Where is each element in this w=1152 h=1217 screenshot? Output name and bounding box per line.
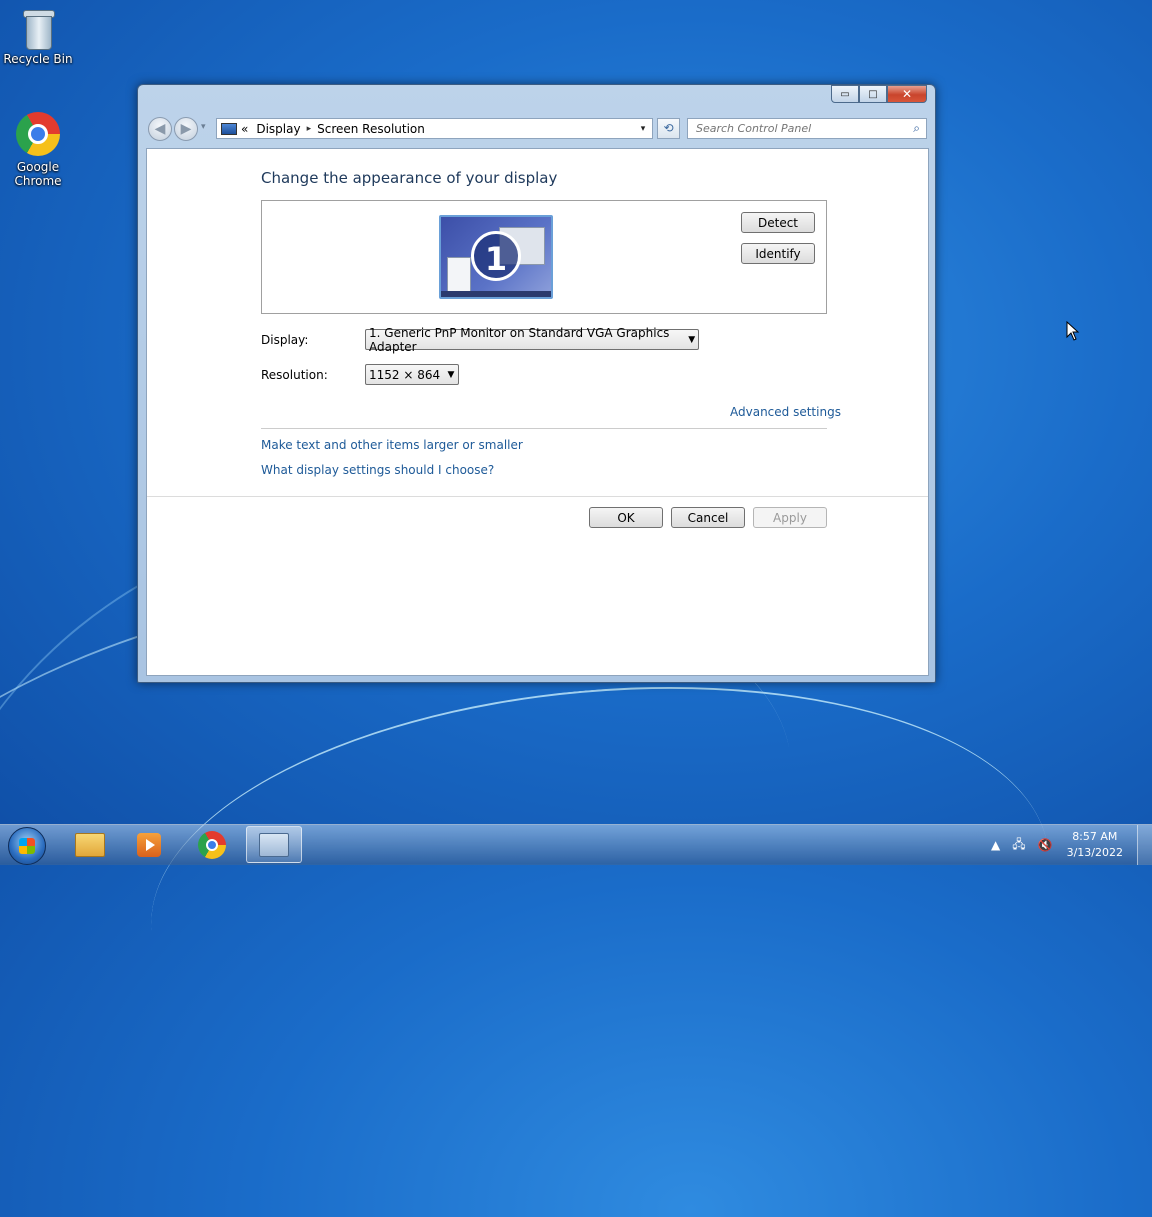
apply-button[interactable]: Apply bbox=[753, 507, 827, 528]
content-pane: Change the appearance of your display 1 … bbox=[146, 148, 929, 676]
taskbar-chrome-button[interactable] bbox=[184, 826, 240, 863]
search-icon[interactable]: ⌕ bbox=[913, 121, 920, 136]
detect-button[interactable]: Detect bbox=[741, 212, 815, 233]
clock-date: 3/13/2022 bbox=[1066, 846, 1123, 859]
display-select[interactable]: 1. Generic PnP Monitor on Standard VGA G… bbox=[365, 326, 699, 354]
taskbar: ▲ 🖧 🔇 8:57 AM 3/13/2022 bbox=[0, 824, 1152, 865]
monitor-window-graphic bbox=[447, 257, 471, 293]
back-button[interactable]: ◀ bbox=[148, 117, 172, 141]
breadcrumb-display[interactable]: Display bbox=[256, 122, 300, 136]
desktop-icon-label: Google Chrome bbox=[14, 160, 62, 188]
resolution-select[interactable]: 1152 × 864 ▼ bbox=[365, 364, 459, 385]
show-hidden-icons-button[interactable]: ▲ bbox=[991, 838, 1000, 852]
display-settings-help-link[interactable]: What display settings should I choose? bbox=[261, 463, 494, 477]
network-icon[interactable]: 🖧 bbox=[1012, 835, 1025, 856]
clock[interactable]: 8:57 AM 3/13/2022 bbox=[1067, 829, 1123, 861]
identify-button[interactable]: Identify bbox=[741, 243, 815, 264]
forward-button[interactable]: ▶ bbox=[174, 117, 198, 141]
search-box[interactable]: ⌕ bbox=[687, 118, 927, 139]
chevron-down-icon: ▼ bbox=[688, 334, 696, 345]
search-input[interactable] bbox=[694, 121, 898, 136]
forward-arrow-icon: ▶ bbox=[180, 121, 192, 137]
advanced-settings-link[interactable]: Advanced settings bbox=[730, 405, 841, 419]
chevron-down-icon: ▼ bbox=[447, 369, 455, 380]
chrome-icon bbox=[16, 112, 60, 156]
breadcrumb-separator-icon[interactable]: ▸ bbox=[307, 124, 312, 134]
chrome-icon bbox=[198, 830, 226, 859]
address-dropdown-icon[interactable]: ▾ bbox=[634, 124, 652, 134]
control-panel-icon bbox=[221, 122, 237, 135]
monitor-arrangement-area: 1 Detect Identify bbox=[261, 200, 827, 314]
media-player-icon bbox=[137, 832, 161, 857]
minimize-button[interactable]: ▭ bbox=[831, 85, 859, 103]
taskbar-explorer-button[interactable] bbox=[62, 826, 118, 863]
ok-button[interactable]: OK bbox=[589, 507, 663, 528]
divider bbox=[147, 496, 928, 497]
volume-muted-icon[interactable]: 🔇 bbox=[1038, 838, 1053, 852]
folder-icon bbox=[75, 832, 105, 857]
resolution-label: Resolution: bbox=[261, 368, 328, 382]
close-button[interactable]: ✕ bbox=[887, 85, 927, 103]
divider bbox=[261, 428, 827, 429]
desktop-icon-recycle-bin[interactable]: Recycle Bin bbox=[0, 8, 78, 66]
refresh-button[interactable]: ⟲ bbox=[657, 118, 680, 139]
recycle-bin-icon bbox=[23, 8, 55, 50]
desktop-icon-label: Recycle Bin bbox=[3, 52, 73, 66]
show-desktop-button[interactable] bbox=[1137, 825, 1152, 865]
display-label: Display: bbox=[261, 333, 309, 347]
back-arrow-icon: ◀ bbox=[154, 121, 166, 137]
breadcrumb-prefix[interactable]: « bbox=[241, 122, 248, 136]
display-select-value: 1. Generic PnP Monitor on Standard VGA G… bbox=[369, 325, 670, 354]
address-bar[interactable]: « Display ▸ Screen Resolution ▾ bbox=[216, 118, 653, 139]
system-tray: ▲ 🖧 🔇 8:57 AM 3/13/2022 bbox=[985, 825, 1152, 865]
desktop-icon-google-chrome[interactable]: Google Chrome bbox=[0, 112, 78, 188]
screen-resolution-window: ▭ □ ✕ ◀ ▶ ▾ « Display ▸ Screen Resolutio… bbox=[137, 84, 936, 683]
maximize-button[interactable]: □ bbox=[859, 85, 887, 103]
window-controls: ▭ □ ✕ bbox=[831, 85, 927, 103]
recent-pages-dropdown[interactable]: ▾ bbox=[201, 122, 206, 132]
navigation-bar: ◀ ▶ ▾ « Display ▸ Screen Resolution ▾ ⟲ … bbox=[146, 117, 927, 141]
monitor-number: 1 bbox=[471, 231, 521, 281]
resolution-select-value: 1152 × 864 bbox=[369, 367, 441, 382]
breadcrumb-screen-resolution[interactable]: Screen Resolution bbox=[317, 122, 425, 136]
start-button[interactable] bbox=[8, 827, 46, 865]
cancel-button[interactable]: Cancel bbox=[671, 507, 745, 528]
taskbar-display-settings-button[interactable] bbox=[246, 826, 302, 863]
monitor-1-icon[interactable]: 1 bbox=[439, 215, 553, 299]
page-title: Change the appearance of your display bbox=[261, 169, 558, 187]
clock-time: 8:57 AM bbox=[1072, 830, 1118, 843]
text-size-link[interactable]: Make text and other items larger or smal… bbox=[261, 438, 523, 452]
taskbar-media-player-button[interactable] bbox=[121, 826, 177, 863]
monitor-taskbar-graphic bbox=[441, 291, 551, 297]
display-settings-icon bbox=[259, 832, 289, 857]
